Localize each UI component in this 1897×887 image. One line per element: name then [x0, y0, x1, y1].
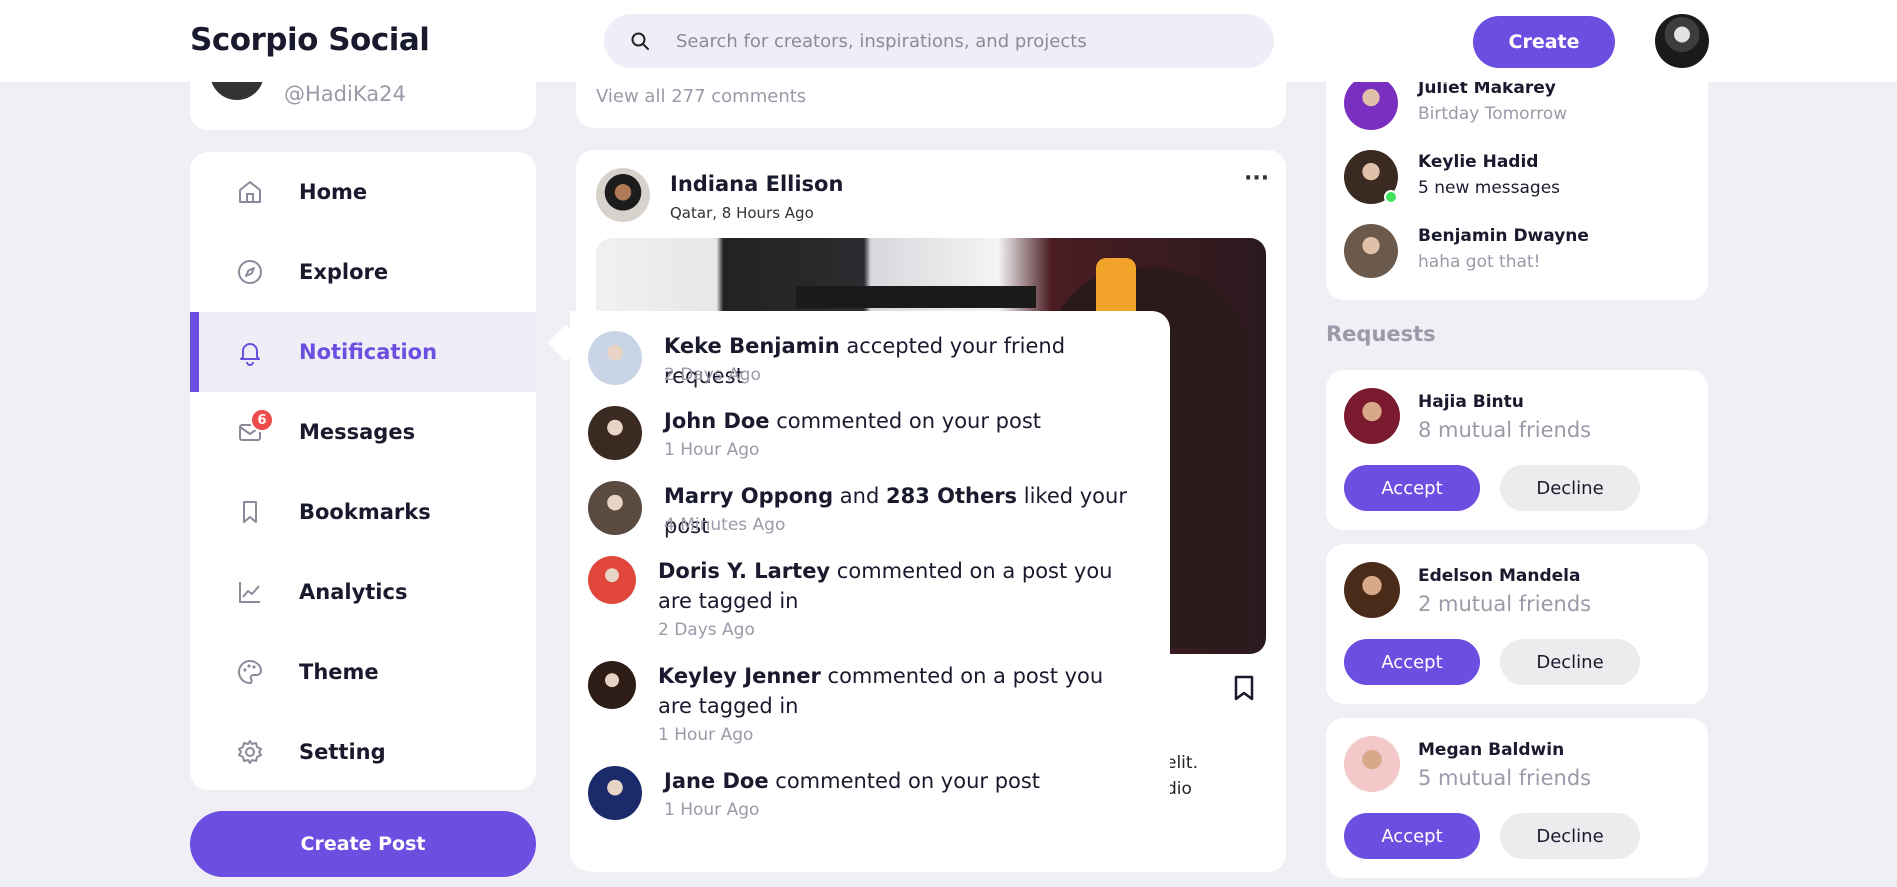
sidebar-item-label: Messages: [299, 420, 416, 444]
mutual-friends: 8 mutual friends: [1418, 418, 1592, 442]
sidebar-item-theme[interactable]: Theme: [190, 632, 536, 712]
image-detail: [796, 286, 1036, 308]
contact-status: Birtday Tomorrow: [1418, 104, 1568, 124]
contact-item[interactable]: Keylie Hadid 5 new messages: [1344, 150, 1684, 210]
notifications-popup: Keke Benjamin accepted your friend reque…: [570, 311, 1170, 871]
notification-name: Marry Oppong: [664, 484, 834, 508]
sidebar-item-bookmarks[interactable]: Bookmarks: [190, 472, 536, 552]
sidebar-nav: Home Explore Notification 6 Messages Boo…: [190, 152, 536, 790]
notification-avatar: [588, 481, 642, 535]
requests-heading: Requests: [1326, 322, 1436, 346]
mutual-friends: 5 mutual friends: [1418, 766, 1592, 790]
request-avatar[interactable]: [1344, 736, 1400, 792]
sidebar-item-label: Setting: [299, 740, 386, 764]
contact-avatar: [1344, 224, 1398, 278]
view-all-comments-link[interactable]: View all 277 comments: [596, 86, 806, 107]
notification-name: Jane Doe: [664, 769, 769, 793]
gear-icon: [238, 740, 262, 764]
sidebar-item-label: Home: [299, 180, 368, 204]
accept-button[interactable]: Accept: [1344, 465, 1480, 511]
contact-avatar: [1344, 76, 1398, 130]
more-options-icon[interactable]: ···: [1244, 166, 1269, 191]
contact-name: Benjamin Dwayne: [1418, 226, 1589, 246]
notification-name: Keyley Jenner: [658, 664, 821, 688]
messages-card: Juliet Makarey Birtday Tomorrow Keylie H…: [1326, 58, 1708, 300]
post-author-avatar[interactable]: [596, 168, 650, 222]
search-bar[interactable]: [604, 14, 1274, 68]
notification-avatar: [588, 556, 636, 604]
notification-name: Doris Y. Lartey: [658, 559, 831, 583]
create-post-button[interactable]: Create Post: [190, 811, 536, 877]
friend-request-card: Megan Baldwin 5 mutual friends Accept De…: [1326, 718, 1708, 878]
top-bar: Scorpio Social Create: [0, 0, 1897, 82]
decline-button[interactable]: Decline: [1500, 465, 1640, 511]
sidebar-item-notification[interactable]: Notification: [190, 312, 536, 392]
user-avatar[interactable]: [1655, 14, 1709, 68]
messages-badge: 6: [250, 408, 274, 432]
sidebar-item-label: Bookmarks: [299, 500, 431, 524]
bookmark-icon[interactable]: [1232, 674, 1256, 702]
contact-status: haha got that!: [1418, 252, 1541, 272]
online-indicator: [1384, 190, 1398, 204]
create-button[interactable]: Create: [1473, 16, 1615, 68]
notification-time: 1 Hour Ago: [664, 440, 760, 460]
notification-time: 4 Minutes Ago: [664, 515, 786, 535]
bell-icon: [240, 343, 260, 366]
notification-time: 1 Hour Ago: [658, 725, 754, 745]
palette-icon: [238, 659, 263, 685]
notification-text: and: [833, 484, 886, 508]
search-input[interactable]: [676, 14, 1236, 68]
sidebar-item-setting[interactable]: Setting: [190, 712, 536, 790]
decline-button[interactable]: Decline: [1500, 639, 1640, 685]
request-name[interactable]: Hajia Bintu: [1418, 392, 1524, 412]
chart-icon: [239, 582, 260, 603]
friend-request-card: Hajia Bintu 8 mutual friends Accept Decl…: [1326, 370, 1708, 530]
notification-time: 2 Days Ago: [658, 620, 755, 640]
notification-avatar: [588, 406, 642, 460]
sidebar-item-label: Theme: [299, 660, 379, 684]
sidebar-item-messages[interactable]: 6 Messages: [190, 392, 536, 472]
post-caption: elit. dio: [1166, 750, 1198, 802]
post-meta: Qatar, 8 Hours Ago: [670, 204, 814, 222]
notification-avatar: [588, 661, 636, 709]
contact-status: 5 new messages: [1418, 178, 1561, 198]
friend-request-card: Edelson Mandela 2 mutual friends Accept …: [1326, 544, 1708, 704]
mutual-friends: 2 mutual friends: [1418, 592, 1592, 616]
contact-item[interactable]: Benjamin Dwayne haha got that!: [1344, 224, 1684, 284]
notification-avatar: [588, 331, 642, 385]
compass-icon: [238, 260, 262, 284]
accept-button[interactable]: Accept: [1344, 639, 1480, 685]
request-name[interactable]: Edelson Mandela: [1418, 566, 1580, 586]
sidebar-item-label: Notification: [299, 340, 438, 364]
notification-time: 1 Hour Ago: [664, 800, 760, 820]
notification-name: Keke Benjamin: [664, 334, 840, 358]
request-avatar[interactable]: [1344, 562, 1400, 618]
contact-name: Keylie Hadid: [1418, 152, 1539, 172]
contact-item[interactable]: Juliet Makarey Birtday Tomorrow: [1344, 76, 1684, 136]
notification-name: John Doe: [664, 409, 770, 433]
caption-line: dio: [1166, 779, 1192, 799]
notification-name: 283 Others: [885, 484, 1018, 508]
bookmark-icon: [243, 501, 257, 523]
home-icon: [239, 181, 261, 203]
notification-text: commented on your post: [768, 769, 1041, 793]
notification-avatar: [588, 766, 642, 820]
sidebar-item-label: Analytics: [299, 580, 408, 604]
profile-handle: @HadiKa24: [284, 82, 406, 106]
post-author-name[interactable]: Indiana Ellison: [670, 172, 843, 196]
decline-button[interactable]: Decline: [1500, 813, 1640, 859]
sidebar-item-home[interactable]: Home: [190, 152, 536, 232]
notification-time: 2 Days Ago: [664, 365, 761, 385]
sidebar-item-label: Explore: [299, 260, 389, 284]
notification-text: commented on your post: [769, 409, 1042, 433]
request-name[interactable]: Megan Baldwin: [1418, 740, 1564, 760]
accept-button[interactable]: Accept: [1344, 813, 1480, 859]
sidebar-item-analytics[interactable]: Analytics: [190, 552, 536, 632]
search-icon: [631, 32, 649, 50]
request-avatar[interactable]: [1344, 388, 1400, 444]
sidebar-item-explore[interactable]: Explore: [190, 232, 536, 312]
app-logo[interactable]: Scorpio Social: [190, 22, 430, 58]
caption-line: elit.: [1166, 753, 1198, 773]
